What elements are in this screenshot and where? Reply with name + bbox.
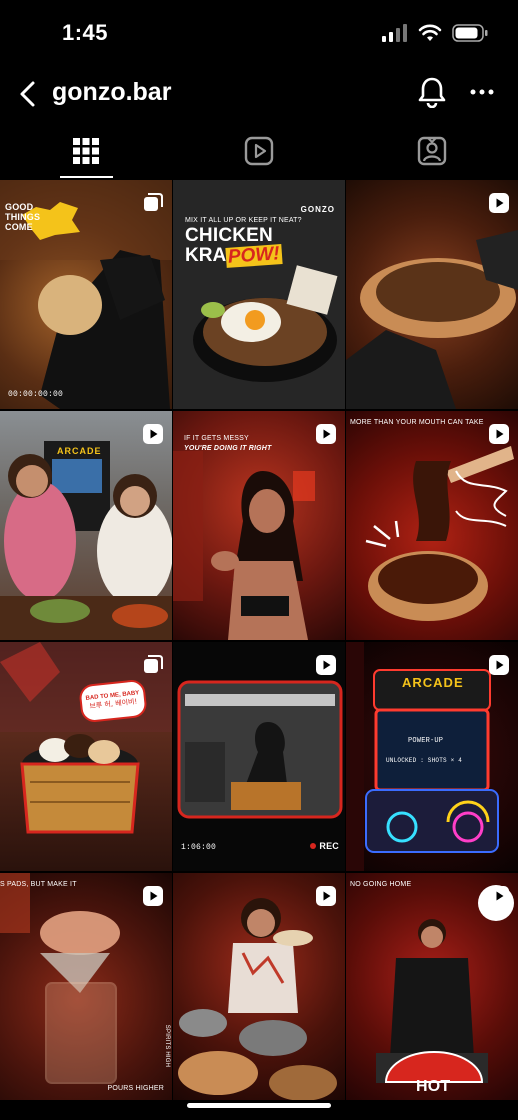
post-tile[interactable]: MIX IT ALL UP OR KEEP IT NEAT? GONZO CHI… — [173, 180, 345, 409]
profile-tabs — [0, 124, 518, 178]
more-options-button[interactable] — [462, 72, 502, 112]
profile-username: gonzo.bar — [52, 78, 172, 106]
post-tile[interactable]: IF IT GETS MESSY YOU'RE DOING IT RIGHT — [173, 411, 345, 640]
battery-icon — [452, 24, 488, 42]
post-media — [0, 873, 120, 1084]
post-media — [365, 446, 514, 621]
post-media — [178, 898, 337, 1101]
post-title-text: KRA — [185, 245, 227, 266]
tab-tagged[interactable] — [346, 124, 518, 178]
reel-icon — [316, 886, 336, 906]
screen-line2: UNLOCKED : SHOTS × 4 — [386, 757, 463, 764]
reels-play-icon — [244, 136, 274, 166]
reel-icon — [143, 424, 163, 444]
post-sign: ARCADE — [402, 675, 464, 690]
wifi-icon — [418, 24, 442, 41]
reel-icon — [489, 886, 509, 906]
post-sign: ARCADE — [57, 446, 102, 456]
rec-label: REC — [319, 841, 339, 851]
reel-icon — [489, 655, 509, 675]
post-tile[interactable]: GOOD THINGS COME 00:00:00:00 — [0, 180, 172, 409]
post-timestamp: 1:06:00 — [181, 843, 217, 852]
post-caption: IF IT GETS MESSY — [184, 435, 249, 442]
bell-icon — [418, 77, 446, 108]
carousel-icon — [144, 655, 163, 673]
status-time: 1:45 — [62, 20, 109, 45]
tab-reels[interactable] — [173, 124, 345, 178]
post-media — [376, 885, 514, 1083]
status-icons — [382, 24, 488, 42]
grid-icon — [73, 138, 99, 164]
post-tile[interactable]: BAD TO ME, BABY 브루 허, 베이비! — [0, 642, 172, 871]
post-timestamp: 00:00:00:00 — [8, 390, 64, 399]
active-tab-indicator — [60, 176, 113, 178]
reel-icon — [489, 193, 509, 213]
post-caption: NO GOING HOME — [350, 881, 412, 888]
post-caption: S PADS, BUT MAKE IT — [0, 881, 77, 888]
post-caption-bottom: POURS HIGHER — [107, 1085, 164, 1092]
post-tile[interactable]: ARCADE — [0, 411, 172, 640]
notifications-button[interactable] — [412, 72, 452, 112]
post-media — [177, 680, 343, 819]
tagged-person-icon — [417, 136, 447, 166]
post-caption-side: SPIRITS HIGH — [163, 1024, 170, 1068]
carousel-icon — [144, 193, 163, 211]
post-title-highlight: POW! — [225, 243, 283, 268]
post-title-line1: CHICKEN — [185, 225, 273, 246]
reel-icon — [489, 424, 509, 444]
post-tile[interactable]: S PADS, BUT MAKE IT POURS HIGHER SPIRITS… — [0, 873, 172, 1102]
more-horizontal-icon — [470, 89, 494, 95]
post-caption: MORE THAN YOUR MOUTH CAN TAKE — [350, 419, 484, 426]
post-caption: GOOD THINGS COME — [5, 202, 41, 232]
post-title-line2: KRA POW! — [185, 243, 283, 268]
back-button[interactable] — [8, 74, 48, 114]
screen-line1: POWER-UP — [408, 737, 444, 745]
post-tile[interactable]: NO GOING HOME HOT — [346, 873, 518, 1102]
home-indicator[interactable] — [187, 1103, 331, 1108]
cellular-signal-icon — [382, 24, 407, 42]
reel-icon — [143, 886, 163, 906]
posts-grid: GOOD THINGS COME 00:00:00:00 MIX IT ALL … — [0, 180, 518, 1102]
post-tile[interactable] — [346, 180, 518, 409]
post-media — [346, 230, 518, 409]
speech-bubble: BAD TO ME, BABY 브루 허, 베이비! — [78, 678, 148, 724]
post-tile[interactable]: 1:06:00 REC — [173, 642, 345, 871]
post-tile[interactable] — [173, 873, 345, 1102]
chevron-left-icon — [20, 81, 35, 107]
post-tile[interactable]: ARCADE POWER-UP UNLOCKED : SHOTS × 4 — [346, 642, 518, 871]
post-tile[interactable]: MORE THAN YOUR MOUTH CAN TAKE — [346, 411, 518, 640]
rec-indicator: REC — [310, 841, 339, 851]
tab-grid[interactable] — [0, 124, 172, 178]
post-media — [173, 180, 345, 409]
post-badge: HOT — [416, 1078, 451, 1095]
profile-header: gonzo.bar — [0, 66, 518, 122]
status-bar: 1:45 — [0, 0, 518, 66]
post-media — [0, 642, 172, 834]
record-dot-icon — [310, 843, 317, 849]
reel-icon — [316, 424, 336, 444]
reel-icon — [316, 655, 336, 675]
post-caption: MIX IT ALL UP OR KEEP IT NEAT? — [185, 217, 302, 224]
post-brand: GONZO — [300, 205, 335, 214]
post-caption-sub: YOU'RE DOING IT RIGHT — [184, 445, 272, 452]
